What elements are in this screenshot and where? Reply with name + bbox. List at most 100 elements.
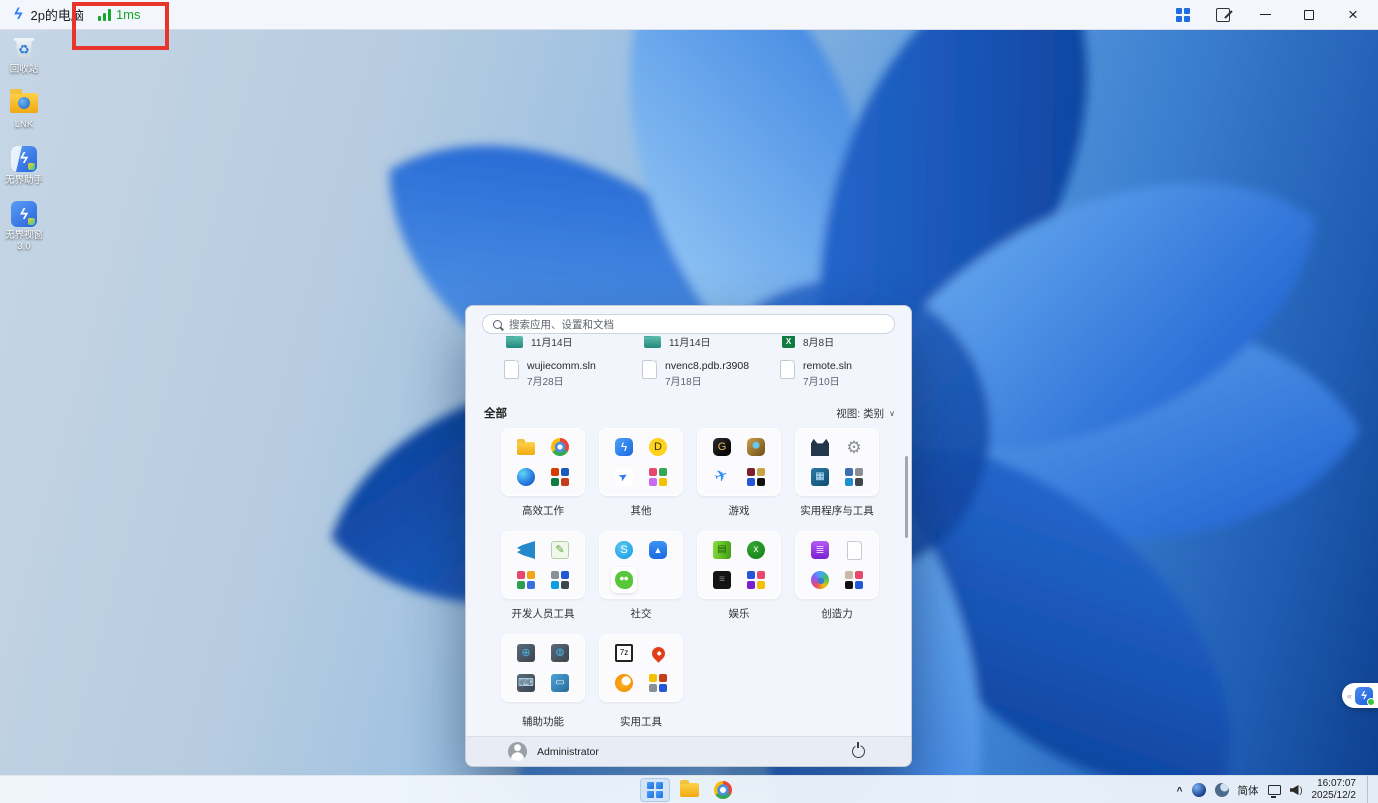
- category-label: 开发人员工具: [512, 606, 575, 621]
- chrome-button[interactable]: [708, 778, 738, 802]
- collapse-chevron-icon: «: [1347, 691, 1352, 701]
- category-娱乐[interactable]: ▤x≡ 娱乐: [697, 531, 781, 621]
- perf-monitor-icon: ▦: [811, 468, 829, 486]
- recent-file-item[interactable]: remote.sln7月10日: [780, 360, 852, 388]
- notepad-plus-icon: ✎: [551, 541, 569, 559]
- category-开发人员工具[interactable]: ✎ 开发人员工具: [501, 531, 585, 621]
- category-card[interactable]: 7z: [599, 634, 683, 702]
- mountain-app-icon: ▲: [649, 541, 667, 559]
- recent-files-section: 11月14日 11月14日 X8月8日 wujiecomm.sln7月28日 nvenc…: [482, 336, 897, 402]
- category-card[interactable]: ⚙▦: [795, 428, 879, 496]
- app-logo-icon: ϟ: [14, 6, 22, 24]
- link-folder-icon-art: [10, 89, 38, 117]
- minimize-button[interactable]: [1256, 6, 1274, 24]
- misc-apps-cluster: [649, 468, 667, 486]
- recycle-bin-icon-art: ♻: [10, 34, 38, 62]
- 7zip-icon: 7z: [615, 644, 633, 662]
- search-placeholder: 搜索应用、设置和文档: [509, 317, 614, 332]
- recent-file-name: wujiecomm.sln: [527, 360, 596, 373]
- wujie-window-icon[interactable]: ϟ无界视窗3.0: [2, 200, 46, 252]
- wujie-assistant-icon[interactable]: ϟ无界助手: [2, 145, 46, 186]
- dev-colorful-icon: [517, 571, 535, 589]
- tray-app-icon-1[interactable]: [1192, 783, 1206, 797]
- user-name[interactable]: Administrator: [537, 746, 599, 758]
- view-category-dropdown[interactable]: 视图: 类别 ∨: [836, 406, 895, 421]
- latency-value: 1ms: [116, 7, 141, 22]
- display-user-icon: ▭: [551, 674, 569, 692]
- category-card[interactable]: G✈: [697, 428, 781, 496]
- recycle-bin-icon[interactable]: ♻回收站: [2, 34, 46, 75]
- system-tray: ^ 简体 ) 16:07:07 2025/12/2: [1177, 776, 1374, 803]
- category-card[interactable]: ✎: [501, 531, 585, 599]
- category-row: 高效工作ϟD➤其他G✈游戏⚙▦实用程序与工具: [501, 428, 879, 518]
- start-search-input[interactable]: 搜索应用、设置和文档: [482, 314, 895, 334]
- games-cluster: [747, 468, 765, 486]
- start-menu-scrollbar[interactable]: [905, 456, 908, 538]
- wechat-icon-halo: [611, 567, 637, 593]
- hidden-icons-chevron[interactable]: ^: [1177, 786, 1183, 797]
- category-card[interactable]: S▲: [599, 531, 683, 599]
- chrome-icon: [551, 438, 569, 456]
- maximize-button[interactable]: [1300, 6, 1318, 24]
- category-card[interactable]: ≣: [795, 531, 879, 599]
- document-icon: [642, 360, 657, 379]
- category-card[interactable]: [501, 428, 585, 496]
- session-note-button[interactable]: [1216, 8, 1230, 22]
- recent-file-text: nvenc8.pdb.r39087月18日: [665, 360, 749, 388]
- file-explorer-button[interactable]: [674, 778, 704, 802]
- category-card[interactable]: ϟD➤: [599, 428, 683, 496]
- category-label: 娱乐: [729, 606, 750, 621]
- power-button[interactable]: [852, 745, 865, 758]
- start-button[interactable]: [640, 778, 670, 802]
- show-desktop-button[interactable]: [1367, 776, 1370, 803]
- folder-teal-icon: [644, 336, 661, 348]
- folder-teal-icon: [506, 336, 523, 348]
- volume-icon[interactable]: ): [1290, 785, 1303, 795]
- purple-layers-icon: ≣: [811, 541, 829, 559]
- taskbar: ^ 简体 ) 16:07:07 2025/12/2: [0, 775, 1378, 803]
- wujie-assistant-icon-art: ϟ: [10, 145, 38, 173]
- recent-item-date: 11月14日: [669, 336, 711, 349]
- media-cluster: [747, 571, 765, 589]
- recent-item[interactable]: 11月14日: [506, 336, 573, 349]
- film-reel-icon: ≡: [713, 571, 731, 589]
- display-tray-icon[interactable]: [1268, 785, 1281, 795]
- ime-indicator[interactable]: 简体: [1238, 783, 1259, 798]
- category-实用工具[interactable]: 7z实用工具: [599, 634, 683, 729]
- mini-apps-cluster: [649, 674, 667, 692]
- category-其他[interactable]: ϟD➤其他: [599, 428, 683, 518]
- category-card[interactable]: ⊕◍⌨▭: [501, 634, 585, 702]
- recent-file-item[interactable]: nvenc8.pdb.r39087月18日: [642, 360, 749, 388]
- start-menu-footer: Administrator: [466, 736, 911, 766]
- category-实用程序与工具[interactable]: ⚙▦实用程序与工具: [795, 428, 879, 518]
- recent-file-date: 7月28日: [527, 373, 596, 388]
- recent-file-item[interactable]: wujiecomm.sln7月28日: [504, 360, 596, 388]
- windows-logo-icon: [647, 782, 663, 798]
- recent-item-date: 8月8日: [803, 336, 834, 349]
- g-game-icon: G: [713, 438, 731, 456]
- category-辅助功能[interactable]: ⊕◍⌨▭辅助功能: [501, 634, 585, 729]
- recent-file-name: remote.sln: [803, 360, 852, 373]
- category-card[interactable]: ▤x≡: [697, 531, 781, 599]
- category-游戏[interactable]: G✈游戏: [697, 428, 781, 518]
- recent-file-date: 7月10日: [803, 373, 852, 388]
- clock[interactable]: 16:07:07 2025/12/2: [1312, 778, 1357, 803]
- category-社交[interactable]: S▲社交: [599, 531, 683, 621]
- recent-item[interactable]: 11月14日: [644, 336, 711, 349]
- app-glyph: ϟ: [11, 201, 37, 227]
- link-folder-icon[interactable]: LNK: [2, 89, 46, 130]
- tray-date: 2025/12/2: [1312, 790, 1357, 803]
- app-glyph: ϟ: [11, 146, 37, 172]
- remote-toolbar-widget[interactable]: « ϟ: [1342, 683, 1378, 708]
- desktop-icon-label: LNK: [15, 120, 33, 130]
- narrator-icon: ◍: [551, 644, 569, 662]
- category-创造力[interactable]: ≣创造力: [795, 531, 879, 621]
- lightning-app-icon: ϟ: [615, 438, 633, 456]
- recent-item[interactable]: X8月8日: [782, 336, 834, 349]
- paint-palette-icon: [811, 571, 829, 589]
- tray-app-icon-2[interactable]: [1215, 783, 1229, 797]
- user-avatar[interactable]: [508, 742, 527, 761]
- category-高效工作[interactable]: 高效工作: [501, 428, 585, 518]
- close-button[interactable]: ×: [1344, 6, 1362, 24]
- apps-grid-button[interactable]: [1176, 8, 1190, 22]
